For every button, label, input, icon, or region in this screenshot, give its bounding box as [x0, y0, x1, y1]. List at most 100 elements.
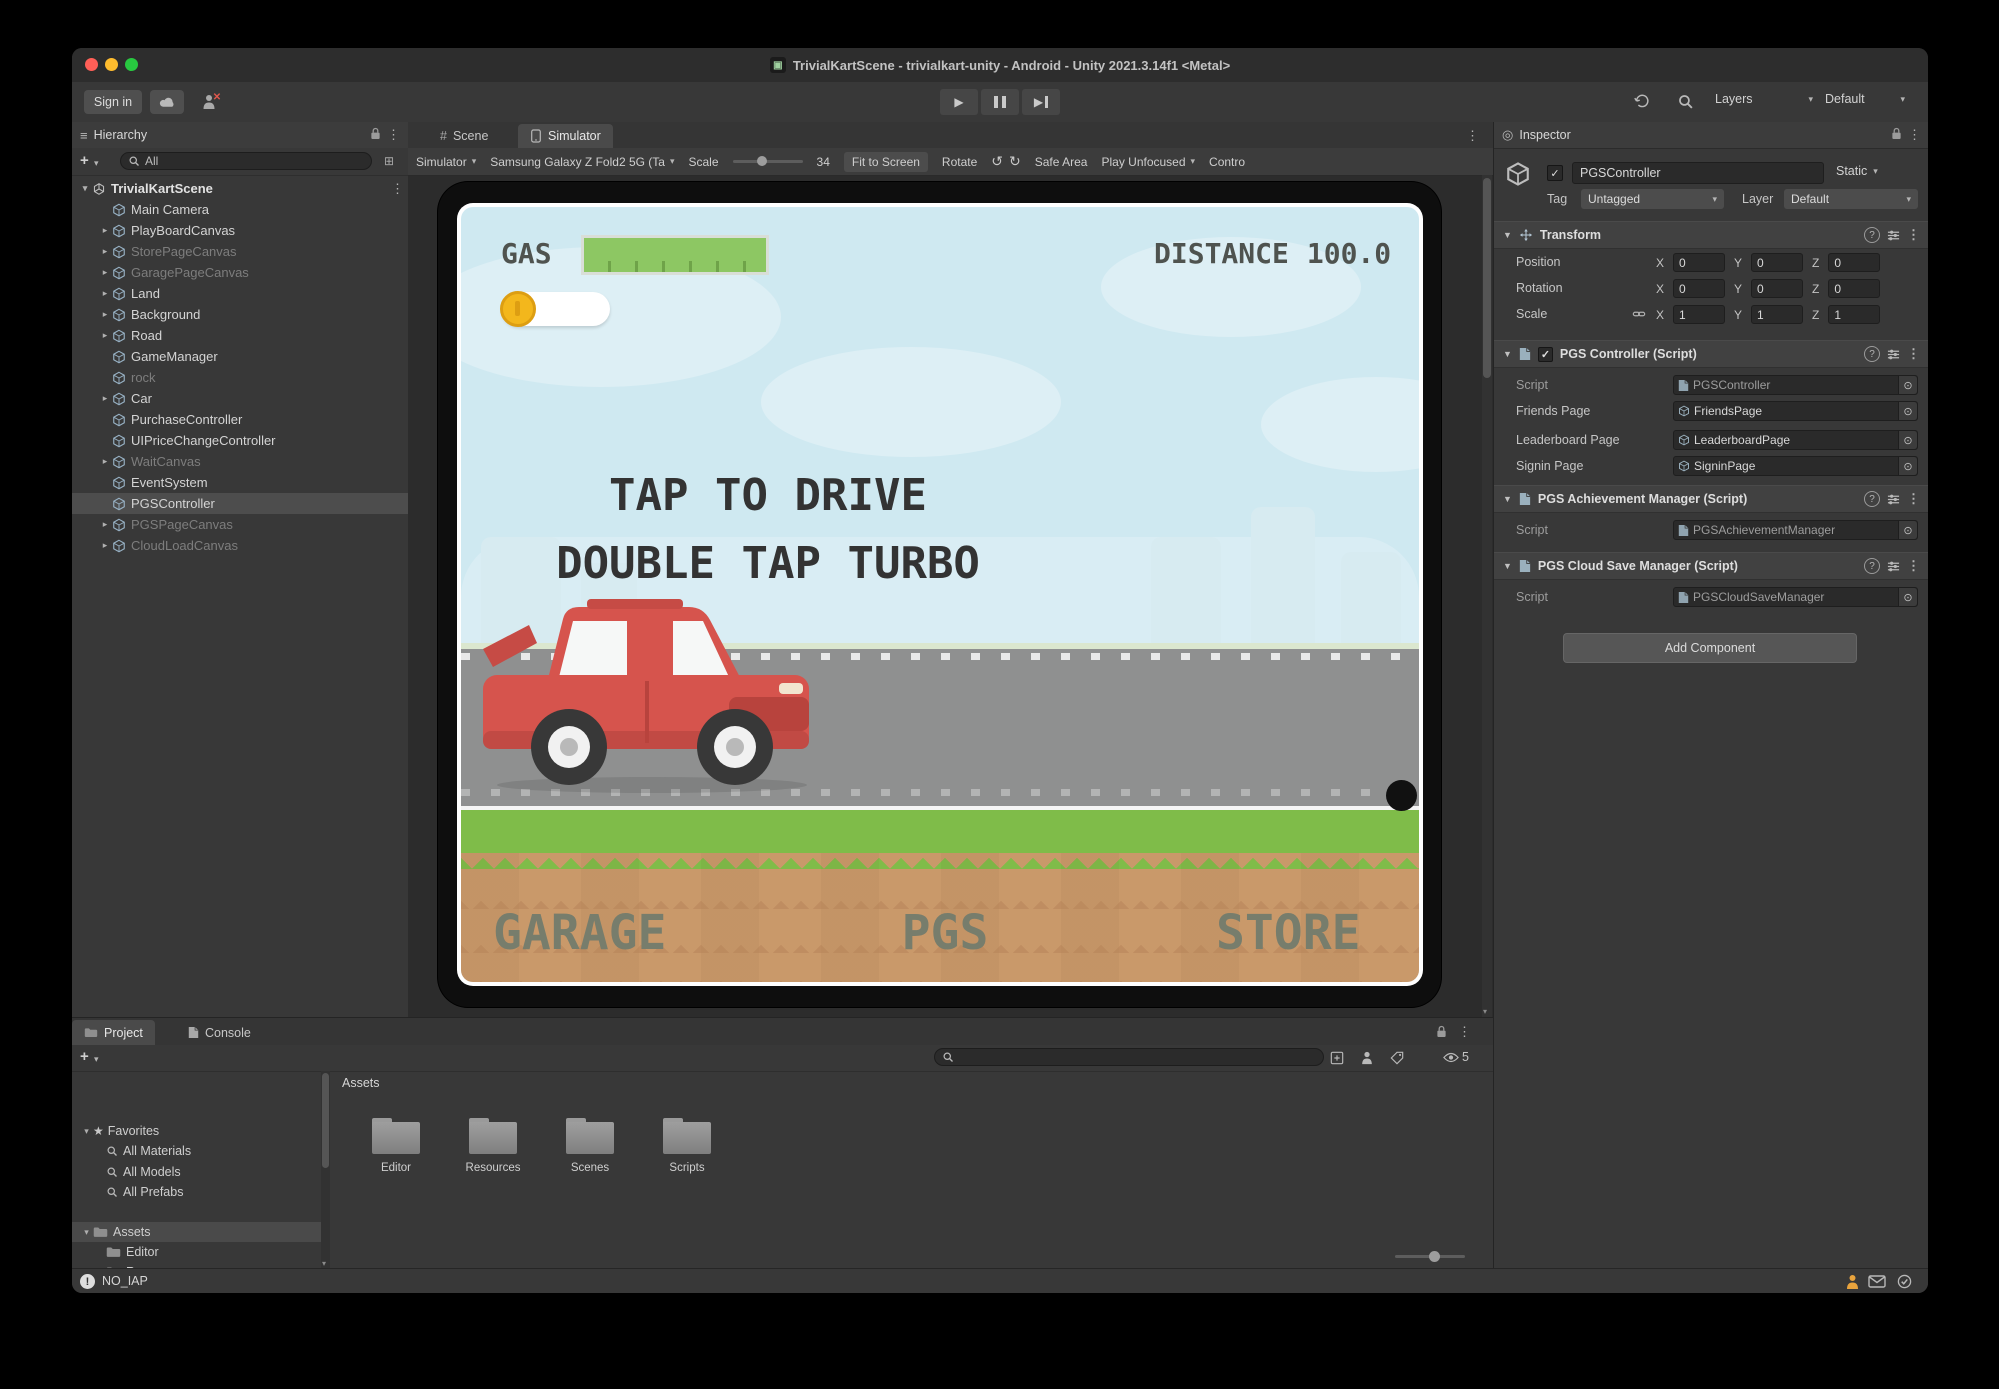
project-tree-scrollbar[interactable]: ▾: [321, 1071, 330, 1269]
hierarchy-item[interactable]: GameManager: [72, 346, 434, 367]
hierarchy-item[interactable]: EventSystem: [72, 472, 434, 493]
hierarchy-item[interactable]: ▸Background: [72, 304, 434, 325]
foldout-icon[interactable]: ▾: [78, 183, 92, 194]
search-window-icon[interactable]: ⊞: [384, 154, 394, 168]
hierarchy-item[interactable]: ▸GaragePageCanvas: [72, 262, 434, 283]
scale-y-field[interactable]: 1: [1751, 305, 1803, 324]
script-object-field[interactable]: PGSAchievementManager ⊙: [1673, 520, 1918, 540]
object-picker-icon[interactable]: ⊙: [1898, 431, 1917, 449]
help-icon[interactable]: ?: [1864, 227, 1880, 243]
tab-project[interactable]: Project: [72, 1020, 155, 1045]
pause-button[interactable]: [981, 89, 1019, 115]
hierarchy-item-scene[interactable]: ▾ TrivialKartScene ⋮: [72, 178, 414, 199]
hidden-packages-count[interactable]: 5: [1443, 1050, 1469, 1064]
project-search-input[interactable]: [934, 1048, 1324, 1066]
object-name-field[interactable]: PGSController: [1572, 162, 1824, 184]
search-button[interactable]: [1677, 93, 1694, 110]
object-picker-icon[interactable]: ⊙: [1898, 376, 1917, 394]
pgs-cloud-save-manager-header[interactable]: ▼ PGS Cloud Save Manager (Script) ? ⋮: [1494, 552, 1928, 580]
position-x-field[interactable]: 0: [1673, 253, 1725, 272]
add-component-button[interactable]: Add Component: [1563, 633, 1857, 663]
store-button[interactable]: STORE: [1216, 905, 1361, 961]
scale-x-field[interactable]: 1: [1673, 305, 1725, 324]
scale-slider[interactable]: [733, 160, 803, 163]
assets-root-item[interactable]: ▾ Assets: [72, 1222, 321, 1242]
search-by-type-icon[interactable]: [1330, 1051, 1344, 1065]
undo-history-button[interactable]: [1633, 92, 1651, 110]
folder-item[interactable]: Scenes: [542, 1118, 638, 1174]
console-messages-icon[interactable]: [1868, 1275, 1886, 1288]
pgs-controller-header[interactable]: ▼ ✓ PGS Controller (Script) ? ⋮: [1494, 340, 1928, 368]
active-checkbox[interactable]: ✓: [1547, 165, 1563, 181]
hierarchy-item[interactable]: Main Camera: [72, 199, 434, 220]
folder-item[interactable]: Resources: [445, 1118, 541, 1174]
pgs-achievement-manager-header[interactable]: ▼ PGS Achievement Manager (Script) ? ⋮: [1494, 485, 1928, 513]
tag-dropdown[interactable]: Untagged▾: [1581, 189, 1724, 209]
foldout-icon[interactable]: ▼: [1503, 494, 1512, 504]
tab-console[interactable]: Console: [176, 1020, 263, 1045]
cloud-services-button[interactable]: [150, 90, 184, 114]
status-message[interactable]: NO_IAP: [102, 1274, 148, 1288]
view-tabs-menu-button[interactable]: ⋮: [1466, 128, 1479, 144]
thumbnail-zoom-slider[interactable]: [1395, 1255, 1465, 1258]
help-icon[interactable]: ?: [1864, 346, 1880, 362]
layer-dropdown[interactable]: Default▾: [1784, 189, 1918, 209]
foldout-icon[interactable]: ▸: [98, 288, 112, 299]
scale-z-field[interactable]: 1: [1828, 305, 1880, 324]
warning-icon[interactable]: !: [80, 1274, 95, 1289]
rotation-x-field[interactable]: 0: [1673, 279, 1725, 298]
component-menu-button[interactable]: ⋮: [1907, 227, 1920, 243]
foldout-icon[interactable]: ▸: [98, 330, 112, 341]
favorite-item[interactable]: All Materials: [72, 1141, 321, 1161]
hierarchy-lock-icon[interactable]: [370, 127, 381, 143]
collab-character-icon[interactable]: [1845, 1274, 1860, 1290]
component-menu-button[interactable]: ⋮: [1907, 491, 1920, 507]
rotate-ccw-button[interactable]: ↺: [991, 153, 1003, 170]
foldout-icon[interactable]: ▸: [98, 267, 112, 278]
position-y-field[interactable]: 0: [1751, 253, 1803, 272]
foldout-icon[interactable]: ▸: [98, 540, 112, 551]
foldout-icon[interactable]: ▸: [98, 519, 112, 530]
favorites-group[interactable]: ▾ ★ Favorites: [72, 1121, 321, 1141]
foldout-icon[interactable]: ▼: [1503, 349, 1512, 359]
label-filter-icon[interactable]: [1390, 1051, 1404, 1065]
favorite-item[interactable]: All Models: [72, 1162, 321, 1182]
folder-item[interactable]: Scripts: [639, 1118, 735, 1174]
hierarchy-item[interactable]: ▸Land: [72, 283, 434, 304]
project-menu-button[interactable]: ⋮: [1458, 1024, 1471, 1040]
help-icon[interactable]: ?: [1864, 491, 1880, 507]
object-picker-icon[interactable]: ⊙: [1898, 457, 1917, 475]
inspector-lock-icon[interactable]: [1891, 127, 1902, 143]
collab-error-button[interactable]: ✕: [194, 90, 228, 114]
safe-area-button[interactable]: Safe Area: [1035, 155, 1088, 169]
position-z-field[interactable]: 0: [1828, 253, 1880, 272]
fit-to-screen-button[interactable]: Fit to Screen: [844, 152, 928, 172]
create-asset-caret-icon[interactable]: ▾: [94, 1054, 99, 1065]
component-menu-button[interactable]: ⋮: [1907, 346, 1920, 362]
component-menu-button[interactable]: ⋮: [1907, 558, 1920, 574]
thumbnail-zoom-thumb[interactable]: [1429, 1251, 1440, 1262]
rotation-y-field[interactable]: 0: [1751, 279, 1803, 298]
play-button[interactable]: ▶: [940, 89, 978, 115]
hierarchy-item[interactable]: ▸StorePageCanvas: [72, 241, 434, 262]
create-object-caret-icon[interactable]: ▾: [94, 158, 99, 169]
device-dropdown[interactable]: Samsung Galaxy Z Fold2 5G (Ta▾: [490, 155, 674, 169]
hierarchy-item[interactable]: rock: [72, 367, 434, 388]
play-unfocused-dropdown[interactable]: Play Unfocused▾: [1101, 155, 1195, 169]
layers-dropdown[interactable]: Layers▾: [1715, 92, 1813, 106]
hierarchy-item[interactable]: UIPriceChangeController: [72, 430, 434, 451]
foldout-icon[interactable]: ▸: [98, 225, 112, 236]
inspector-menu-button[interactable]: ⋮: [1908, 127, 1921, 143]
simulator-dropdown[interactable]: Simulator▾: [416, 155, 476, 169]
create-asset-button[interactable]: +: [80, 1048, 89, 1065]
hierarchy-item[interactable]: ▸Car: [72, 388, 434, 409]
hierarchy-menu-button[interactable]: ⋮: [387, 127, 400, 143]
project-lock-icon[interactable]: [1436, 1025, 1447, 1041]
control-dropdown[interactable]: Contro: [1209, 155, 1245, 169]
friends-page-object-field[interactable]: FriendsPage ⊙: [1673, 401, 1918, 421]
scroll-down-icon[interactable]: ▾: [1483, 1007, 1487, 1016]
foldout-icon[interactable]: ▼: [1503, 230, 1512, 240]
scale-link-icon[interactable]: [1632, 307, 1646, 321]
foldout-icon[interactable]: ▾: [80, 1126, 93, 1137]
transform-header[interactable]: ▼ Transform ? ⋮: [1494, 221, 1928, 249]
